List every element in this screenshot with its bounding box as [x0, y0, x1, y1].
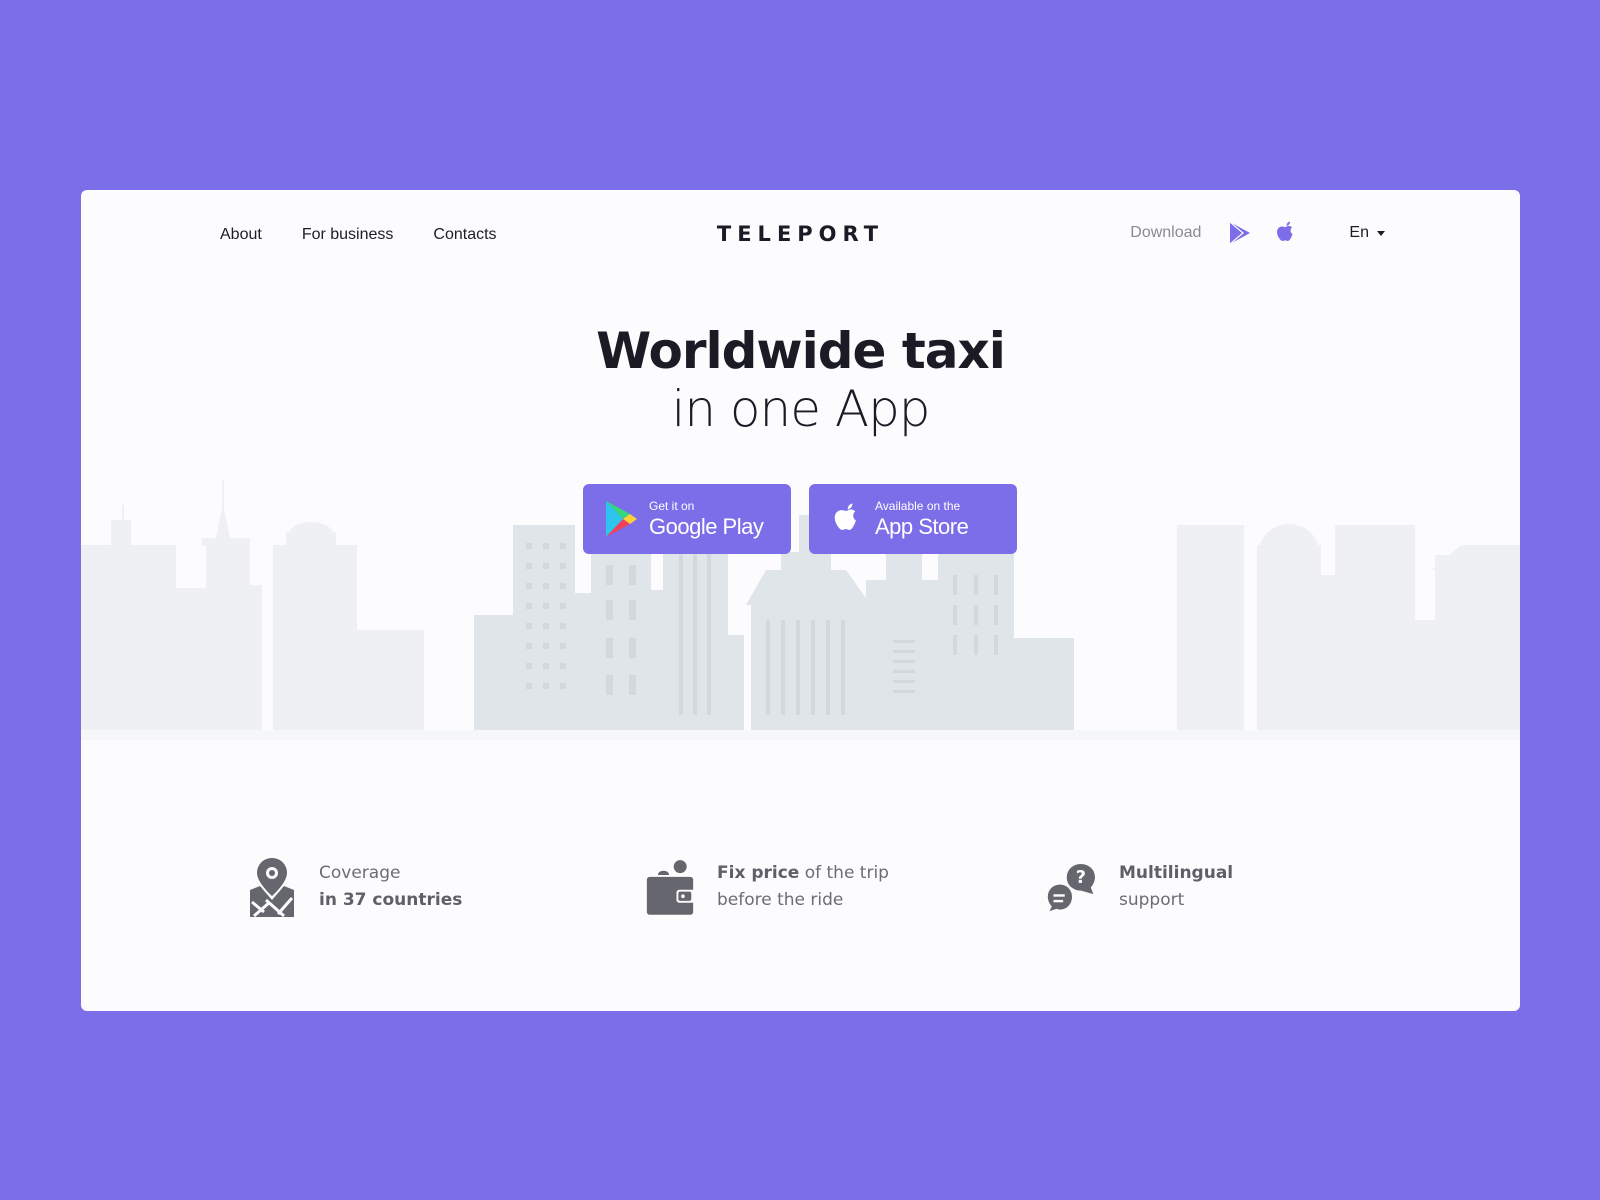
wallet-icon [645, 856, 695, 918]
app-store-small-label: Available on the [875, 499, 961, 513]
language-selector[interactable]: En [1349, 224, 1385, 242]
svg-text:?: ? [1076, 868, 1086, 888]
hero-title: Worldwide taxi [596, 322, 1006, 380]
feature-multilingual-bold: Multilingual [1119, 863, 1234, 883]
google-play-icon[interactable] [1227, 220, 1253, 246]
feature-fix-price-line1: of the trip [799, 863, 889, 883]
feature-fix-price-bold: Fix price [717, 863, 800, 883]
hero-subtitle: in one App [671, 380, 930, 438]
app-store-button[interactable]: Available on the App Store [809, 484, 1017, 554]
feature-multilingual: ? Multilingual support [1047, 856, 1233, 918]
language-value: En [1349, 224, 1369, 241]
feature-fix-price-line2: before the ride [717, 890, 844, 910]
support-chat-icon: ? [1047, 856, 1097, 918]
apple-icon [829, 499, 865, 539]
store-buttons: Get it on Google Play Available on the A… [583, 484, 1017, 554]
app-store-big-label: App Store [875, 514, 969, 539]
chevron-down-icon [1377, 230, 1385, 236]
apple-icon[interactable] [1273, 220, 1299, 246]
ground-line [81, 730, 1520, 740]
feature-multilingual-line2: support [1119, 890, 1185, 910]
feature-coverage-line2: in 37 countries [319, 890, 463, 910]
feature-coverage: Coverage in 37 countries [247, 856, 462, 918]
feature-fix-price: Fix price of the trip before the ride [645, 856, 889, 918]
google-play-big-label: Google Play [649, 514, 764, 539]
feature-coverage-line1: Coverage [319, 863, 401, 883]
landing-card: About For business Contacts TELEPORT Dow… [81, 190, 1520, 1011]
nav-right: Download En [1130, 220, 1385, 246]
google-play-small-label: Get it on [649, 499, 695, 513]
map-pin-icon [247, 856, 297, 918]
download-label: Download [1130, 224, 1202, 241]
city-right-group [1177, 524, 1520, 730]
city-left-group [81, 480, 424, 730]
google-play-icon [603, 499, 639, 539]
google-play-button[interactable]: Get it on Google Play [583, 484, 791, 554]
